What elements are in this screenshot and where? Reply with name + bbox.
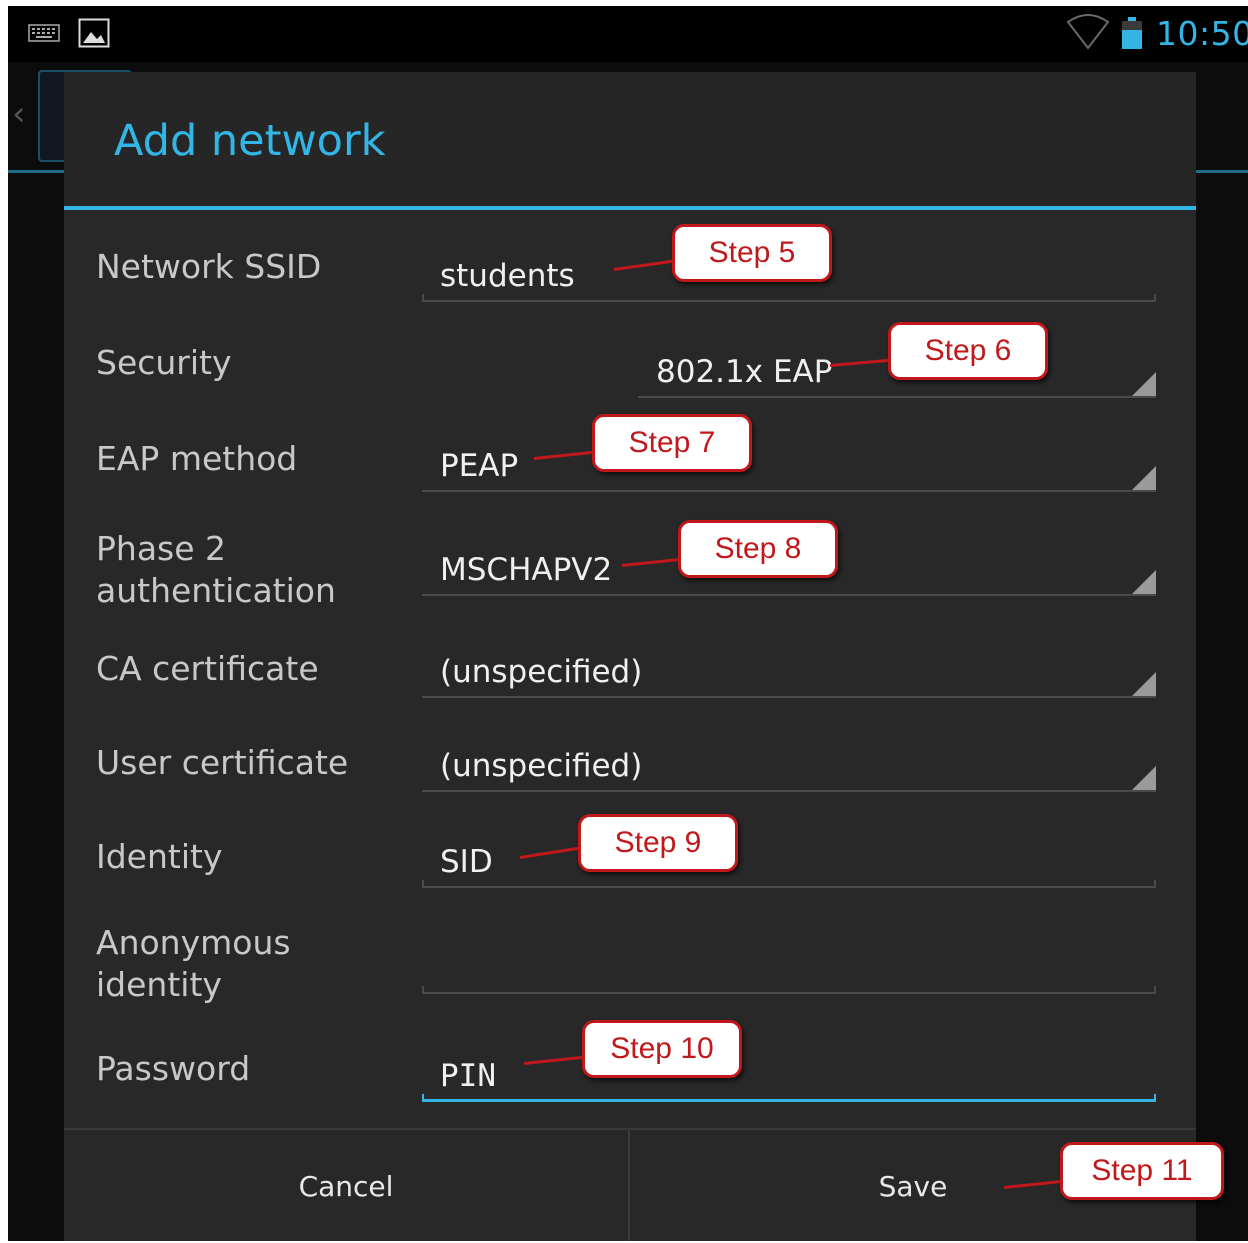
- image-notification-icon: [78, 18, 110, 48]
- field-label: User certificate: [96, 743, 349, 782]
- ca-certificate-spinner[interactable]: (unspecified): [422, 634, 1156, 698]
- field-underline: [638, 396, 1156, 398]
- field-value: (unspecified): [440, 654, 643, 690]
- dropdown-arrow-icon: [1132, 766, 1156, 790]
- header-divider: [64, 206, 1196, 210]
- status-bar: 10:50: [8, 6, 1248, 62]
- background-divider: [1196, 170, 1248, 173]
- password-input[interactable]: PIN: [422, 1034, 1156, 1102]
- step-8-callout: Step 8: [678, 520, 838, 578]
- step-9-callout: Step 9: [578, 814, 738, 872]
- status-clock: 10:50: [1156, 14, 1248, 53]
- field-label: EAP method: [96, 439, 298, 478]
- step-10-callout: Step 10: [582, 1020, 742, 1078]
- field-label: Network SSID: [96, 247, 322, 286]
- step-11-callout: Step 11: [1060, 1142, 1224, 1200]
- cancel-button[interactable]: Cancel: [64, 1130, 628, 1241]
- user-certificate-spinner[interactable]: (unspecified): [422, 728, 1156, 792]
- battery-icon: [1122, 17, 1142, 49]
- field-label: CA certificate: [96, 649, 319, 688]
- dropdown-arrow-icon: [1132, 570, 1156, 594]
- field-label: Password: [96, 1049, 251, 1088]
- eap-method-spinner[interactable]: PEAP: [422, 428, 1156, 492]
- field-underline: [422, 490, 1156, 492]
- dropdown-arrow-icon: [1132, 672, 1156, 696]
- field-value: PIN: [440, 1058, 496, 1094]
- field-underline: [422, 594, 1156, 596]
- field-underline: [422, 880, 1156, 888]
- field-label: Security: [96, 343, 232, 382]
- dialog-title: Add network: [114, 116, 386, 166]
- field-underline: [422, 294, 1156, 302]
- field-label: Anonymous identity: [96, 923, 291, 1004]
- field-underline: [422, 986, 1156, 994]
- step-5-callout: Step 5: [672, 224, 832, 282]
- screen: 10:50 ‹ Add network Network SSID student…: [8, 6, 1248, 1241]
- field-value: SID: [440, 844, 493, 880]
- back-chevron-icon: ‹: [12, 94, 26, 134]
- field-label: Phase 2 authentication: [96, 529, 336, 610]
- step-7-callout: Step 7: [592, 414, 752, 472]
- dropdown-arrow-icon: [1132, 466, 1156, 490]
- field-value: (unspecified): [440, 748, 643, 784]
- field-value: PEAP: [440, 448, 519, 484]
- field-underline: [422, 1094, 1156, 1102]
- anonymous-identity-input[interactable]: [422, 920, 1156, 994]
- dropdown-arrow-icon: [1132, 372, 1156, 396]
- dialog-header: Add network: [64, 72, 1196, 208]
- field-value: students: [440, 258, 575, 294]
- field-value: 802.1x EAP: [656, 354, 833, 390]
- field-value: MSCHAPV2: [440, 552, 613, 588]
- field-underline: [422, 790, 1156, 792]
- background-divider: [8, 170, 68, 173]
- field-underline: [422, 696, 1156, 698]
- keyboard-icon: [28, 24, 60, 42]
- step-6-callout: Step 6: [888, 322, 1048, 380]
- field-label: Identity: [96, 837, 223, 876]
- wifi-icon: [1066, 14, 1110, 50]
